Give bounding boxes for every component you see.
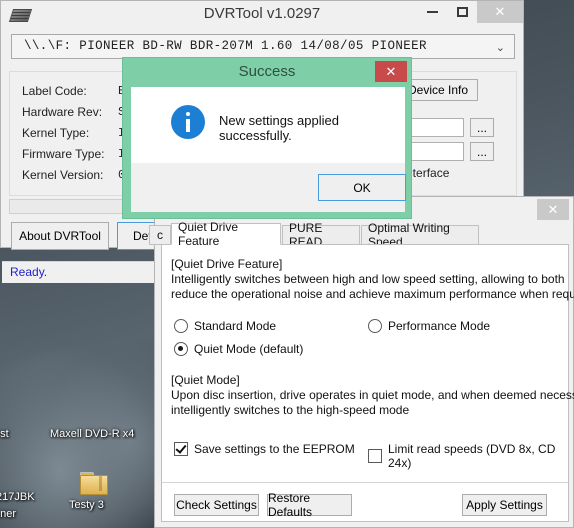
desktop-icon-label-testy3[interactable]: Testy 3 bbox=[69, 499, 104, 511]
minimize-icon bbox=[426, 11, 438, 13]
radio-performance-mode-indicator bbox=[368, 319, 382, 333]
settings-window: ✕ c Quiet Drive Feature PURE READ Optima… bbox=[149, 196, 574, 528]
browse-button-1[interactable]: ... bbox=[470, 118, 494, 137]
checkbox-limit-read-speeds-label: Limit read speeds (DVD 8x, CD 24x) bbox=[388, 442, 556, 470]
check-settings-button[interactable]: Check Settings bbox=[174, 494, 259, 516]
success-dialog-title: Success bbox=[238, 63, 296, 80]
tab-quiet-drive-feature[interactable]: Quiet Drive Feature bbox=[171, 220, 281, 248]
success-dialog-message: New settings applied successfully. bbox=[219, 113, 339, 143]
folder-spine bbox=[99, 476, 102, 491]
about-dvrtool-button[interactable]: About DVRTool bbox=[11, 222, 109, 250]
main-window-controls: ✕ bbox=[417, 1, 523, 23]
checkbox-limit-read-speeds[interactable]: Limit read speeds (DVD 8x, CD 24x) bbox=[368, 442, 568, 470]
folder-icon[interactable] bbox=[80, 472, 108, 495]
hardware-rev-label: Hardware Rev: bbox=[22, 105, 103, 119]
desktop-icon-label-217jbk[interactable]: 217JBK bbox=[0, 491, 35, 503]
radio-standard-mode-label: Standard Mode bbox=[194, 319, 277, 333]
restore-defaults-button[interactable]: Restore Defaults bbox=[267, 491, 352, 519]
maximize-icon bbox=[456, 7, 468, 17]
quiet-mode-line2: intelligently switches to the high-speed… bbox=[171, 403, 410, 417]
settings-close-button[interactable]: ✕ bbox=[537, 199, 569, 220]
quiet-mode-line1: Upon disc insertion, drive operates in q… bbox=[171, 388, 574, 402]
radio-quiet-mode[interactable]: Quiet Mode (default) bbox=[174, 342, 303, 356]
label-code-label: Label Code: bbox=[22, 84, 87, 98]
kernel-version-label: Kernel Version: bbox=[22, 168, 104, 182]
folder-body bbox=[80, 475, 108, 495]
checkbox-save-eeprom-label: Save settings to the EEPROM bbox=[194, 442, 355, 456]
radio-quiet-mode-indicator bbox=[174, 342, 188, 356]
quiet-drive-desc-line1: Intelligently switches between high and … bbox=[171, 272, 565, 286]
success-dialog-body: New settings applied successfully. bbox=[131, 87, 405, 163]
apply-settings-button[interactable]: Apply Settings bbox=[462, 494, 547, 516]
quiet-mode-heading: [Quiet Mode] bbox=[171, 373, 240, 387]
main-window-titlebar[interactable]: DVRTool v1.0297 ✕ bbox=[1, 1, 523, 29]
checkbox-save-eeprom[interactable]: Save settings to the EEPROM bbox=[174, 442, 355, 456]
radio-performance-mode-label: Performance Mode bbox=[388, 319, 491, 333]
info-icon-dot bbox=[186, 112, 190, 116]
desktop-icon-label-oner[interactable]: oner bbox=[0, 508, 16, 520]
radio-standard-mode[interactable]: Standard Mode bbox=[174, 319, 276, 333]
kernel-type-label: Kernel Type: bbox=[22, 126, 90, 140]
drive-selector[interactable]: \\.\F: PIONEER BD-RW BDR-207M 1.60 14/08… bbox=[11, 34, 515, 59]
checkbox-limit-read-speeds-indicator bbox=[368, 449, 382, 463]
success-dialog-footer: OK bbox=[131, 163, 406, 212]
quiet-drive-heading: [Quiet Drive Feature] bbox=[171, 257, 283, 271]
radio-quiet-mode-label: Quiet Mode (default) bbox=[194, 342, 304, 356]
browse-button-2[interactable]: ... bbox=[470, 142, 494, 161]
desktop-icon-label-maxell[interactable]: Maxell DVD-R x4 bbox=[50, 428, 134, 440]
radio-performance-mode[interactable]: Performance Mode bbox=[368, 319, 490, 333]
drive-selector-value: \\.\F: PIONEER BD-RW BDR-207M 1.60 14/08… bbox=[24, 39, 427, 53]
info-icon bbox=[171, 105, 205, 139]
success-dialog: Success ✕ New settings applied successfu… bbox=[122, 57, 412, 219]
close-button[interactable]: ✕ bbox=[477, 1, 523, 23]
ok-button[interactable]: OK bbox=[318, 174, 406, 201]
quiet-drive-feature-panel: [Quiet Drive Feature] Intelligently swit… bbox=[161, 244, 574, 522]
tab-optimal-writing-speed[interactable]: Optimal Writing Speed bbox=[361, 221, 479, 249]
firmware-type-label: Firmware Type: bbox=[22, 147, 105, 161]
quiet-drive-desc-line2: reduce the operational noise and achieve… bbox=[171, 287, 574, 301]
tab-pure-read[interactable]: PURE READ bbox=[282, 221, 360, 249]
chevron-down-icon[interactable]: ⌄ bbox=[496, 41, 505, 54]
panel-divider bbox=[162, 482, 568, 483]
desktop-icon-label-est[interactable]: est bbox=[0, 428, 9, 440]
tab-partial-hidden[interactable]: c bbox=[149, 225, 171, 245]
minimize-button[interactable] bbox=[417, 1, 447, 23]
maximize-button[interactable] bbox=[447, 1, 477, 23]
info-icon-stem bbox=[186, 119, 190, 132]
checkbox-save-eeprom-indicator bbox=[174, 442, 188, 456]
success-dialog-close-button[interactable]: ✕ bbox=[375, 61, 407, 82]
radio-standard-mode-indicator bbox=[174, 319, 188, 333]
settings-tabstrip: c Quiet Drive Feature PURE READ Optimal … bbox=[149, 220, 569, 249]
status-text: Ready. bbox=[10, 265, 48, 279]
